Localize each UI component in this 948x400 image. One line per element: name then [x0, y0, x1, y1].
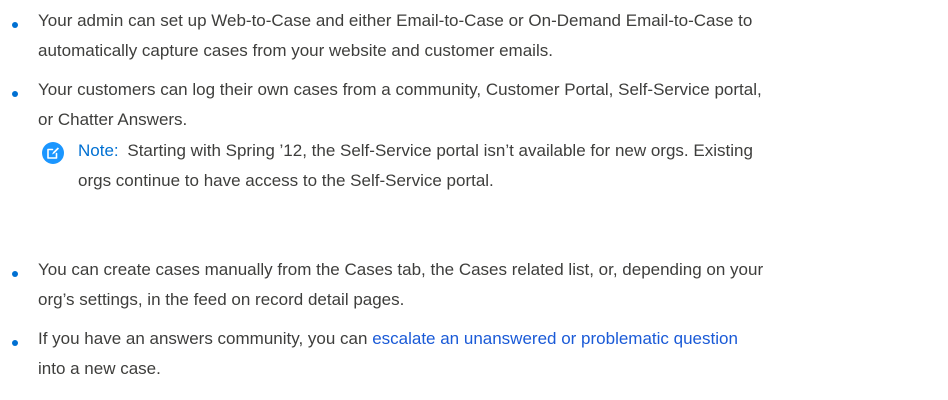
list-item-line: org’s settings, in the feed on record de…	[38, 290, 405, 309]
list-item-line-prefix: If you have an answers community, you ca…	[38, 329, 373, 348]
list-item-text: Your customers can log their own cases f…	[38, 75, 940, 135]
bullet-icon	[12, 22, 18, 28]
note-line: Starting with Spring ’12, the Self-Servi…	[127, 141, 753, 160]
note-callout: Note: Starting with Spring ’12, the Self…	[38, 136, 948, 196]
list-item-line: automatically capture cases from your we…	[38, 41, 553, 60]
list-item-text: If you have an answers community, you ca…	[38, 324, 940, 384]
list-item-text: Your admin can set up Web-to-Case and ei…	[38, 6, 940, 66]
note-label: Note:	[78, 141, 119, 160]
list-item-text: You can create cases manually from the C…	[38, 255, 940, 315]
list-item-line: Your customers can log their own cases f…	[38, 80, 762, 99]
list-item-line: You can create cases manually from the C…	[38, 260, 764, 279]
note-text: Note: Starting with Spring ’12, the Self…	[78, 136, 940, 196]
list-item-line: or Chatter Answers.	[38, 110, 188, 129]
list-item-line: Your admin can set up Web-to-Case and ei…	[38, 11, 753, 30]
note-line: orgs continue to have access to the Self…	[78, 171, 494, 190]
escalate-question-link[interactable]: escalate an unanswered or problematic qu…	[372, 329, 738, 348]
bullet-icon	[12, 271, 18, 277]
document: Your admin can set up Web-to-Case and ei…	[0, 0, 948, 400]
bullet-icon	[12, 340, 18, 346]
note-edit-icon	[42, 142, 64, 164]
bullet-icon	[12, 91, 18, 97]
list-item-line: into a new case.	[38, 359, 161, 378]
